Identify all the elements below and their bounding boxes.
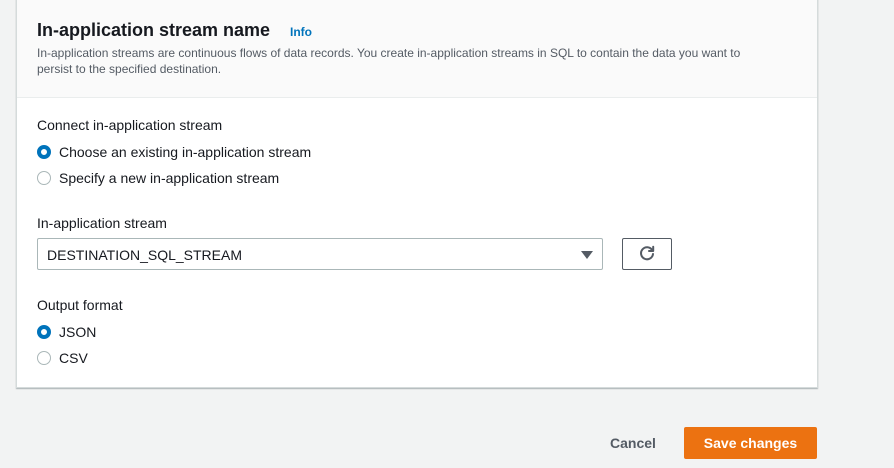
radio-checked-icon[interactable] [37,145,51,159]
radio-json-label: JSON [59,324,97,340]
radio-csv[interactable]: CSV [37,348,88,368]
radio-unchecked-icon[interactable] [37,351,51,365]
refresh-button[interactable] [622,238,672,270]
connect-stream-label: Connect in-application stream [37,117,223,133]
radio-existing-stream[interactable]: Choose an existing in-application stream [37,142,311,162]
radio-existing-stream-label: Choose an existing in-application stream [59,144,312,160]
panel-header: In-application stream name Info In-appli… [17,0,817,98]
radio-csv-label: CSV [59,350,88,366]
caret-down-icon [581,251,593,259]
stream-select-value: DESTINATION_SQL_STREAM [47,247,243,263]
radio-checked-icon[interactable] [37,325,51,339]
radio-new-stream-label: Specify a new in-application stream [59,170,280,186]
stream-select[interactable]: DESTINATION_SQL_STREAM [37,238,603,270]
radio-new-stream[interactable]: Specify a new in-application stream [37,168,279,188]
radio-json[interactable]: JSON [37,322,96,342]
stream-settings-panel: In-application stream name Info In-appli… [16,0,818,388]
radio-unchecked-icon[interactable] [37,171,51,185]
cancel-button[interactable]: Cancel [596,427,670,459]
stream-select-label: In-application stream [37,215,167,231]
info-link[interactable]: Info [290,25,312,39]
refresh-icon [640,245,655,261]
save-changes-button[interactable]: Save changes [684,427,817,459]
output-format-label: Output format [37,297,123,313]
panel-description: In-application streams are continuous fl… [37,46,741,76]
panel-title: In-application stream name [37,20,271,40]
